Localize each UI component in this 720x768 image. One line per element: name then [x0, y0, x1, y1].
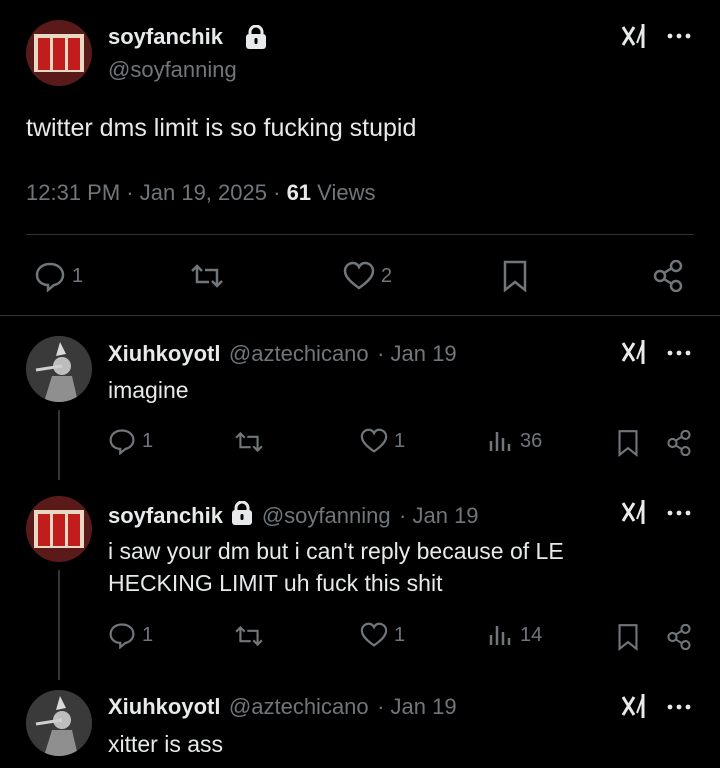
thread-line	[58, 410, 60, 480]
reply-button[interactable]: 1	[108, 620, 168, 650]
reply-button[interactable]: 1	[108, 426, 168, 456]
avatar[interactable]	[26, 336, 92, 402]
reply-text-line-2: HECKING LIMIT uh fuck this shit	[108, 570, 443, 596]
more-icon[interactable]	[664, 503, 694, 523]
avatar[interactable]	[26, 20, 92, 86]
reply-count: 1	[72, 264, 84, 287]
views-button[interactable]: 36	[488, 426, 558, 456]
heart-icon	[360, 428, 388, 454]
tweet-time[interactable]: 12:31 PM	[26, 180, 120, 205]
like-button[interactable]: 2	[343, 258, 413, 294]
reply-date[interactable]: · Jan 19	[399, 503, 479, 528]
heart-icon	[343, 261, 375, 291]
avatar[interactable]	[26, 690, 92, 756]
tweet-text: twitter dms limit is so fucking stupid	[26, 114, 417, 142]
meta-separator: ·	[126, 180, 134, 205]
thread-line	[58, 570, 60, 680]
analytics-icon	[488, 429, 512, 453]
reply-text-line-1: i saw your dm but i can't reply because …	[108, 538, 564, 564]
like-button[interactable]: 1	[360, 620, 420, 650]
meta-separator: ·	[273, 180, 281, 205]
grok-icon[interactable]	[618, 498, 650, 526]
reply-button[interactable]: 1	[34, 258, 104, 294]
more-icon[interactable]	[664, 343, 694, 363]
tweet-meta: 12:31 PM · Jan 19, 2025 · 61 Views	[26, 180, 375, 206]
tweet-date[interactable]: Jan 19, 2025	[140, 180, 267, 205]
like-count: 1	[394, 429, 406, 452]
reply-date[interactable]: · Jan 19	[377, 341, 457, 366]
reply-header: Xiuhkoyotl @aztechicano · Jan 19	[108, 694, 457, 720]
retweet-icon[interactable]	[232, 428, 266, 456]
more-icon[interactable]	[664, 26, 694, 46]
like-count: 2	[381, 264, 393, 287]
retweet-icon[interactable]	[232, 622, 266, 650]
views-count[interactable]: 61	[287, 180, 311, 205]
share-icon[interactable]	[650, 258, 686, 294]
heart-icon	[360, 622, 388, 648]
analytics-icon	[488, 623, 512, 647]
author-name[interactable]: soyfanchik	[108, 24, 223, 50]
retweet-icon[interactable]	[188, 258, 226, 294]
reply-count: 1	[142, 623, 154, 646]
section-divider	[0, 315, 720, 316]
author-name[interactable]: Xiuhkoyotl	[108, 694, 220, 719]
lock-icon	[231, 501, 253, 525]
share-icon[interactable]	[664, 428, 694, 458]
reply-icon	[108, 621, 136, 649]
share-icon[interactable]	[664, 622, 694, 652]
reply-icon	[108, 427, 136, 455]
reply-count: 1	[142, 429, 154, 452]
reply-text: imagine	[108, 377, 189, 403]
avatar[interactable]	[26, 496, 92, 562]
grok-icon[interactable]	[618, 22, 650, 50]
views-button[interactable]: 14	[488, 620, 558, 650]
more-icon[interactable]	[664, 697, 694, 717]
author-handle[interactable]: @soyfanning	[262, 503, 391, 528]
like-button[interactable]: 1	[360, 426, 420, 456]
author-handle[interactable]: @aztechicano	[229, 341, 369, 366]
reply-header: soyfanchik @soyfanning · Jan 19	[108, 501, 479, 529]
lock-icon	[244, 24, 268, 50]
author-name[interactable]: soyfanchik	[108, 503, 223, 528]
divider	[26, 234, 694, 235]
author-handle[interactable]: @aztechicano	[229, 694, 369, 719]
view-count: 14	[520, 623, 543, 646]
views-label[interactable]: Views	[317, 180, 375, 205]
bookmark-icon[interactable]	[614, 428, 642, 458]
reply-text: xitter is ass	[108, 731, 224, 757]
like-count: 1	[394, 623, 406, 646]
reply-icon	[34, 260, 66, 292]
author-name[interactable]: Xiuhkoyotl	[108, 341, 220, 366]
grok-icon[interactable]	[618, 338, 650, 366]
bookmark-icon[interactable]	[614, 622, 642, 652]
grok-icon[interactable]	[618, 692, 650, 720]
author-handle[interactable]: @soyfanning	[108, 57, 237, 83]
bookmark-icon[interactable]	[498, 258, 532, 294]
reply-date[interactable]: · Jan 19	[377, 694, 457, 719]
view-count: 36	[520, 429, 543, 452]
reply-header: Xiuhkoyotl @aztechicano · Jan 19	[108, 341, 457, 367]
